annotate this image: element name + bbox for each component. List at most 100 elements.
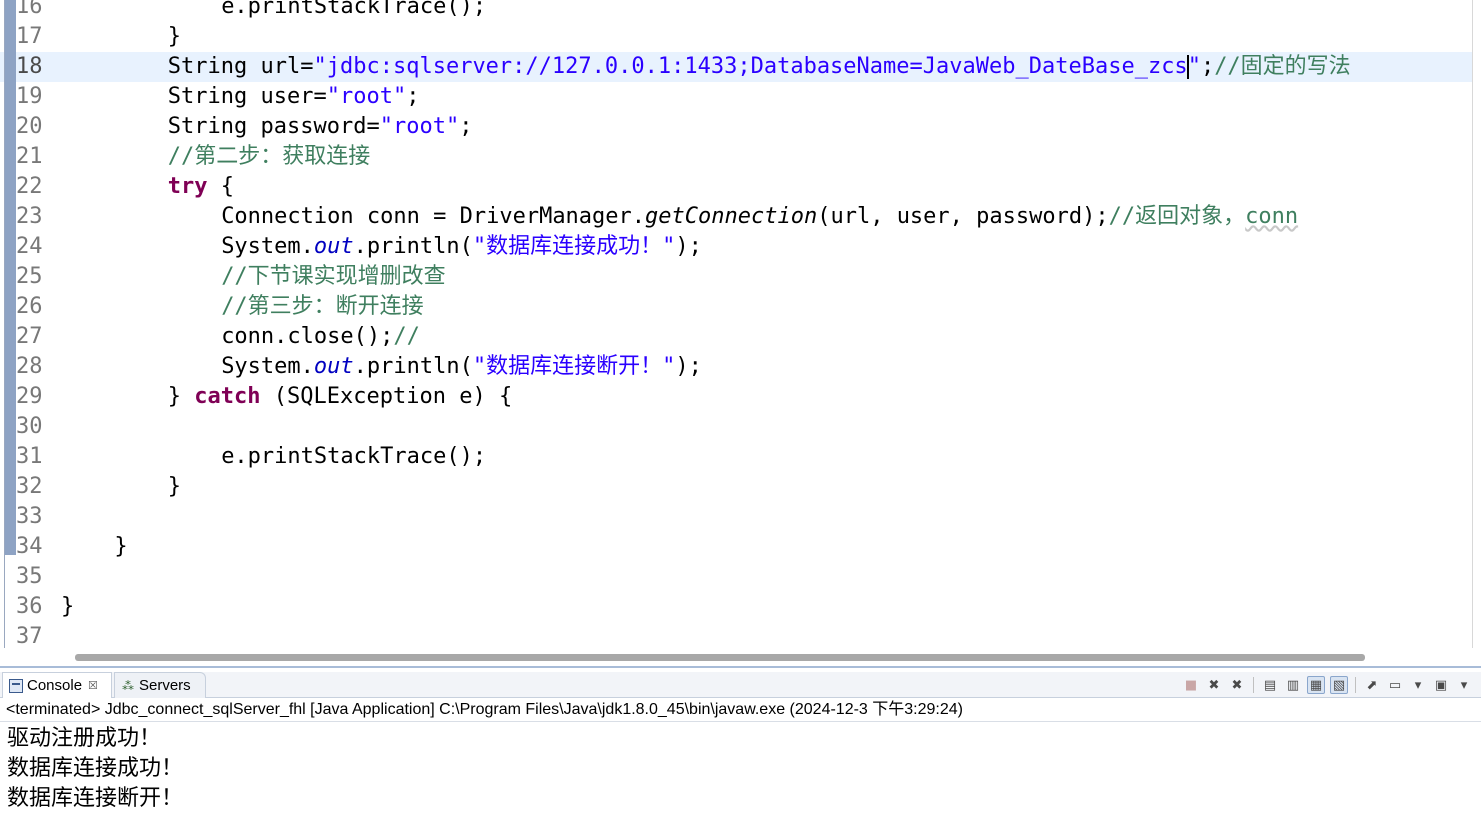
tab-console[interactable]: Console ☒ — [2, 672, 112, 698]
console-output-line: 驱动注册成功！ — [7, 726, 162, 751]
code-token: try — [167, 174, 208, 199]
close-icon[interactable]: ☒ — [88, 679, 98, 692]
code-text[interactable]: e.printStackTrace(); — [221, 442, 486, 472]
horizontal-scrollbar-thumb[interactable] — [75, 654, 1365, 661]
word-wrap-icon[interactable]: ▦ — [1307, 676, 1325, 694]
view-tab-bar: Console ☒ ⁂ Servers ■ ✖ ✖ ▤ ▥ ▦ ▧ ⬈ ▭ ▾ … — [0, 672, 1481, 698]
line-number: 16 — [16, 0, 43, 19]
code-line[interactable]: 26 //第三步：断开连接 — [0, 292, 1472, 322]
code-text[interactable]: //第三步：断开连接 — [221, 292, 424, 322]
code-line[interactable]: 17} — [0, 22, 1472, 52]
scroll-lock-icon[interactable]: ▥ — [1284, 676, 1302, 694]
terminate-icon[interactable]: ■ — [1182, 676, 1200, 694]
code-text[interactable]: //下节课实现增删改查 — [221, 262, 446, 292]
code-token: // — [393, 324, 420, 349]
console-output[interactable]: 驱动注册成功！ 数据库连接成功！ 数据库连接断开！ — [7, 724, 183, 814]
remove-all-terminated-icon[interactable]: ✖ — [1228, 676, 1246, 694]
code-token: "jdbc:sqlserver://127.0.0.1:1433;Databas… — [313, 54, 1188, 79]
code-token: ); — [675, 234, 702, 259]
chevron-down-icon[interactable]: ▾ — [1409, 676, 1427, 694]
horizontal-scrollbar[interactable] — [0, 648, 1481, 666]
code-text[interactable]: e.printStackTrace(); — [221, 0, 486, 22]
code-token: e.printStackTrace(); — [221, 444, 487, 469]
code-text[interactable]: } — [61, 592, 74, 622]
display-selected-console-icon[interactable]: ▭ — [1386, 676, 1404, 694]
remove-launch-icon[interactable]: ✖ — [1205, 676, 1223, 694]
code-line[interactable]: 23 Connection conn = DriverManager.getCon… — [0, 202, 1472, 232]
overview-ruler — [5, 0, 16, 555]
clear-console-icon[interactable]: ▤ — [1261, 676, 1279, 694]
view-menu-chevron-icon[interactable]: ▾ — [1455, 676, 1473, 694]
code-line[interactable]: 31 e.printStackTrace(); — [0, 442, 1472, 472]
code-text[interactable]: String password="root"; — [168, 112, 473, 142]
code-token: conn — [1245, 204, 1299, 229]
code-token: (url, user, password); — [817, 204, 1109, 229]
line-number: 25 — [16, 264, 43, 289]
code-line[interactable]: 29 } catch (SQLException e) { — [0, 382, 1472, 412]
code-line[interactable]: 21 //第二步：获取连接 — [0, 142, 1472, 172]
line-number: 34 — [16, 534, 43, 559]
code-text[interactable]: } catch (SQLException e) { — [168, 382, 512, 412]
code-line[interactable]: 36} — [0, 592, 1472, 622]
code-text[interactable]: System.out.println("数据库连接断开！"); — [221, 352, 702, 382]
code-token: } — [167, 384, 195, 409]
line-number: 27 — [16, 324, 43, 349]
line-number: 26 — [16, 294, 43, 319]
code-line[interactable]: 34} — [0, 532, 1472, 562]
code-text[interactable]: } — [114, 532, 127, 562]
code-line[interactable]: 22 try { — [0, 172, 1472, 202]
code-token: ; — [1200, 54, 1215, 79]
line-number: 30 — [16, 414, 43, 439]
code-token: conn.close(); — [221, 324, 394, 349]
line-number: 21 — [16, 144, 43, 169]
tab-servers[interactable]: ⁂ Servers — [114, 672, 206, 698]
line-number: 35 — [16, 564, 43, 589]
code-text[interactable]: try { — [168, 172, 234, 202]
line-number: 23 — [16, 204, 43, 229]
code-text[interactable]: System.out.println("数据库连接成功！"); — [221, 232, 702, 262]
code-editor[interactable]: 16 e.printStackTrace(); 17} 18 String url="j… — [0, 0, 1481, 666]
code-token: "数据库连接成功！" — [472, 234, 676, 259]
code-token: out — [313, 234, 354, 259]
code-line[interactable]: 28 System.out.println("数据库连接断开！"); — [0, 352, 1472, 382]
code-line[interactable]: 32} — [0, 472, 1472, 502]
code-text[interactable]: String url="jdbc:sqlserver://127.0.0.1:1… — [168, 52, 1351, 82]
code-text[interactable]: //第二步：获取连接 — [168, 142, 371, 172]
code-token: " — [1187, 54, 1201, 79]
code-text[interactable]: String user="root"; — [168, 82, 420, 112]
code-token: //固定的写法 — [1214, 54, 1351, 79]
code-line[interactable]: 24 System.out.println("数据库连接成功！"); — [0, 232, 1472, 262]
code-token: //第三步：断开连接 — [221, 294, 424, 319]
code-line[interactable]: 18 String url="jdbc:sqlserver://127.0.0.1… — [0, 52, 1472, 82]
line-number: 18 — [16, 54, 43, 79]
code-token: //返回对象， — [1108, 204, 1246, 229]
code-line[interactable]: 27 conn.close();// — [0, 322, 1472, 352]
show-on-output-icon[interactable]: ▧ — [1330, 676, 1348, 694]
tab-console-label: Console — [27, 677, 83, 694]
code-text[interactable]: conn.close();// — [221, 322, 420, 352]
code-line[interactable]: 25 //下节课实现增删改查 — [0, 262, 1472, 292]
console-output-line: 数据库连接断开！ — [7, 786, 184, 811]
line-number: 17 — [16, 24, 43, 49]
code-line[interactable]: 19 String user="root"; — [0, 82, 1472, 112]
console-output-line: 数据库连接成功！ — [7, 756, 184, 781]
code-text[interactable]: Connection conn = DriverManager.getConne… — [221, 202, 1298, 232]
code-token: } — [114, 534, 128, 559]
pin-console-icon[interactable]: ⬈ — [1363, 676, 1381, 694]
code-line[interactable]: 16 e.printStackTrace(); — [0, 0, 1472, 22]
code-line[interactable]: 30 — [0, 412, 1472, 442]
code-text[interactable]: } — [168, 22, 181, 52]
code-line[interactable]: 33 — [0, 502, 1472, 532]
line-number: 19 — [16, 84, 43, 109]
console-icon — [9, 678, 23, 693]
code-line[interactable]: 20 String password="root"; — [0, 112, 1472, 142]
code-line[interactable]: 35 — [0, 562, 1472, 592]
code-token: .println( — [353, 354, 473, 379]
code-token: System. — [221, 234, 314, 259]
code-token: } — [167, 24, 182, 49]
line-number: 29 — [16, 384, 43, 409]
code-text[interactable]: } — [168, 472, 181, 502]
code-token: out — [313, 354, 354, 379]
open-console-icon[interactable]: ▣ — [1432, 676, 1450, 694]
code-token: { — [207, 174, 235, 199]
